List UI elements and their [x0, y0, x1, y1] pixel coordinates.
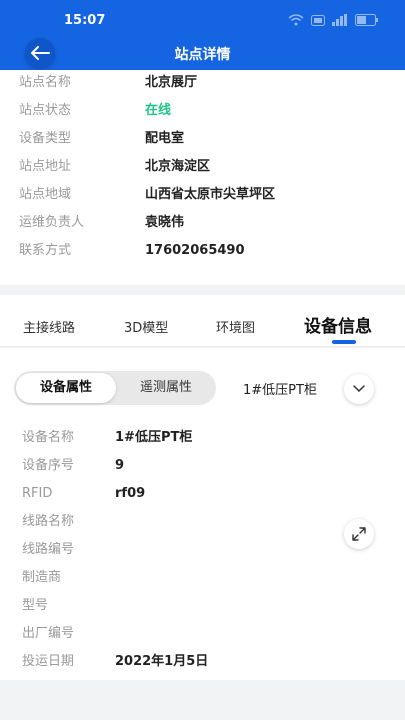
attr-label: 投运日期	[22, 654, 75, 669]
site-region-label: 站点地域	[19, 187, 72, 202]
status-bar: 15:07	[0, 0, 405, 36]
hd-icon	[311, 14, 325, 26]
attr-label: 线路名称	[22, 514, 75, 529]
attr-label: 设备序号	[22, 458, 75, 473]
attr-label: RFID	[22, 486, 53, 501]
attr-row: 型号	[0, 596, 330, 624]
site-status-row: 站点状态 在线	[0, 101, 405, 129]
attr-label: 出厂编号	[22, 626, 75, 641]
battery-icon	[355, 14, 378, 26]
site-address-row: 站点地址 北京海淀区	[0, 157, 405, 185]
site-name-row: 站点名称 北京展厅	[0, 73, 405, 101]
attr-label: 制造商	[22, 570, 62, 585]
site-region-value: 山西省太原市尖草坪区	[145, 187, 276, 202]
title-row: 站点详情	[0, 36, 405, 70]
site-name-label: 站点名称	[19, 75, 72, 90]
attr-value: rf09	[115, 486, 146, 501]
bottom-spacer	[0, 680, 405, 720]
attr-row: RFID rf09	[0, 484, 330, 512]
app-header: 15:07 站点详情	[0, 0, 405, 70]
site-region-row: 站点地域 山西省太原市尖草坪区	[0, 185, 405, 213]
tab-active-indicator	[332, 340, 356, 344]
tab-bar: 主接线路 3D模型 环境图 设备信息	[0, 295, 405, 347]
segment-telemetry-attrs[interactable]: 遥测属性	[116, 373, 216, 403]
expand-icon	[352, 527, 366, 541]
tab-main-wiring[interactable]: 主接线路	[23, 317, 75, 336]
site-name-value: 北京展厅	[145, 75, 198, 90]
maintainer-value: 袁晓伟	[145, 215, 185, 230]
attr-label: 型号	[22, 598, 49, 613]
device-type-label: 设备类型	[19, 131, 72, 146]
attr-row: 制造商	[0, 568, 330, 596]
attribute-segment-control: 设备属性 遥测属性	[14, 371, 216, 405]
selected-device[interactable]: 1#低压PT柜	[243, 379, 317, 398]
site-status-label: 站点状态	[19, 103, 72, 118]
chevron-down-icon	[353, 385, 365, 393]
attr-row: 投运日期 2022年1月5日	[0, 652, 330, 680]
attr-row: 线路编号	[0, 540, 330, 568]
tab-device-info[interactable]: 设备信息	[304, 312, 372, 337]
page-title: 站点详情	[174, 47, 231, 63]
attr-value: 2022年1月5日	[115, 654, 209, 669]
segment-device-attrs[interactable]: 设备属性	[16, 373, 116, 403]
attr-row: 设备序号 9	[0, 456, 330, 484]
status-icons	[288, 14, 379, 26]
site-status-value: 在线	[145, 103, 172, 118]
attr-label: 设备名称	[22, 430, 75, 445]
status-time: 15:07	[64, 13, 106, 28]
attr-row: 线路名称	[0, 512, 330, 540]
signal-icon	[332, 14, 347, 26]
site-address-label: 站点地址	[19, 159, 72, 174]
device-dropdown-button[interactable]	[344, 374, 374, 404]
wifi-icon	[288, 14, 304, 26]
contact-row: 联系方式 17602065490	[0, 241, 405, 269]
tab-3d-model[interactable]: 3D模型	[124, 317, 168, 336]
attr-row: 设备名称 1#低压PT柜	[0, 428, 330, 456]
device-type-value: 配电室	[145, 131, 185, 146]
contact-value[interactable]: 17602065490	[145, 241, 245, 261]
site-address-value: 北京海淀区	[145, 159, 211, 174]
attr-label: 线路编号	[22, 542, 75, 557]
tab-environment[interactable]: 环境图	[216, 317, 255, 336]
device-type-row: 设备类型 配电室	[0, 129, 405, 157]
attr-row: 出厂编号	[0, 624, 330, 652]
device-info-panel: 设备属性 遥测属性 1#低压PT柜 设备名称 1#低压PT柜 设备序号 9 RF…	[0, 348, 405, 680]
maintainer-label: 运维负责人	[19, 215, 85, 230]
site-info-card: 站点名称 北京展厅 站点状态 在线 设备类型 配电室 站点地址 北京海淀区 站点…	[0, 70, 405, 285]
attr-value: 9	[115, 458, 125, 473]
attr-value: 1#低压PT柜	[115, 430, 193, 445]
expand-button[interactable]	[344, 519, 374, 549]
maintainer-row: 运维负责人 袁晓伟	[0, 213, 405, 241]
contact-label: 联系方式	[19, 243, 72, 258]
